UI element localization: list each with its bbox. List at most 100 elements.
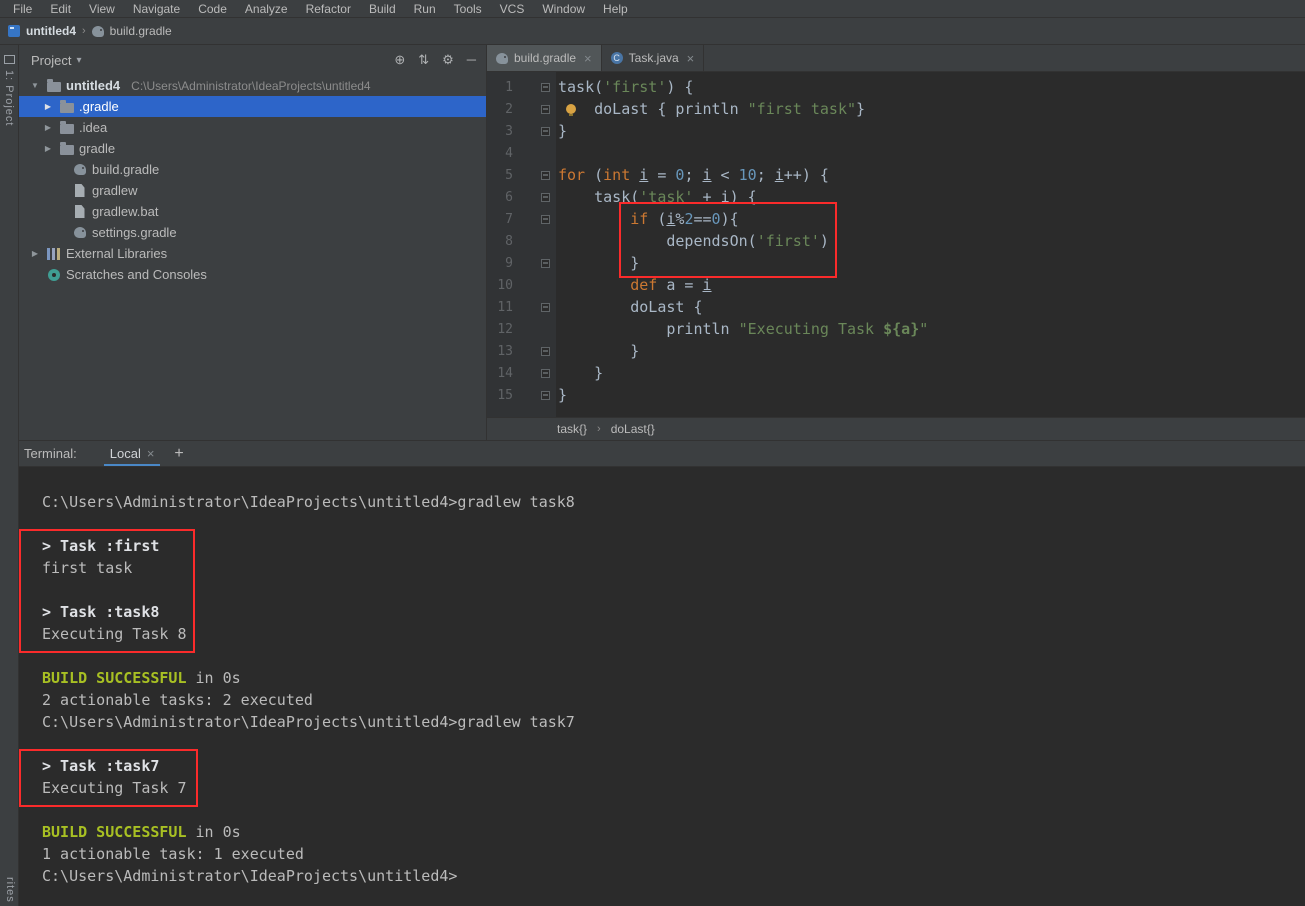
close-icon[interactable]: × (584, 51, 592, 66)
breadcrumb-task[interactable]: task{} (557, 422, 587, 436)
chevron-collapsed-icon[interactable]: ▶ (42, 102, 54, 111)
fold-marker-icon[interactable] (540, 170, 550, 180)
code-line[interactable]: 10 def a = i (487, 274, 1305, 296)
code-line[interactable]: 1 task('first') { (487, 76, 1305, 98)
code-line[interactable]: 2 doLast { println "first task"} (487, 98, 1305, 120)
close-icon[interactable]: × (687, 51, 695, 66)
line-number: 8 (505, 233, 513, 249)
intention-bulb-icon[interactable] (566, 104, 576, 116)
code-line-text: doLast { (558, 298, 703, 316)
tree-item-untitled4[interactable]: ▼ untitled4 C:\Users\Administrator\IdeaPro… (19, 75, 486, 96)
terminal-tab-local[interactable]: Local × (102, 441, 163, 466)
line-number: 2 (505, 101, 513, 117)
chevron-down-icon[interactable]: ▾ (76, 55, 81, 66)
code-editor[interactable]: 1 task('first') {2 doLast { println "firs… (487, 72, 1305, 417)
menu-item-view[interactable]: View (80, 2, 124, 16)
editor-tab-label: Task.java (628, 51, 679, 65)
folder-icon (59, 141, 74, 155)
project-stripe-icon (3, 55, 15, 64)
code-line[interactable]: 8 dependsOn('first') (487, 230, 1305, 252)
collapse-all-icon[interactable]: ⇅ (418, 52, 429, 68)
menu-item-build[interactable]: Build (360, 2, 405, 16)
project-panel-title[interactable]: Project (31, 53, 71, 68)
menu-item-refactor[interactable]: Refactor (297, 2, 360, 16)
chevron-collapsed-icon[interactable]: ▶ (29, 249, 41, 258)
code-line[interactable]: 13 } (487, 340, 1305, 362)
gradle-icon (496, 52, 508, 64)
fold-marker-icon[interactable] (540, 390, 550, 400)
folder-icon (59, 99, 74, 113)
fold-marker-icon[interactable] (540, 368, 550, 378)
menu-item-file[interactable]: File (4, 2, 41, 16)
code-line[interactable]: 4 (487, 142, 1305, 164)
tree-item-external-libraries[interactable]: ▶ External Libraries (19, 243, 486, 264)
code-line[interactable]: 9 } (487, 252, 1305, 274)
line-gutter: 1 (487, 80, 556, 95)
tree-item-gradle[interactable]: ▶ gradle (19, 138, 486, 159)
tree-item-label: External Libraries (66, 246, 168, 261)
menu-item-code[interactable]: Code (189, 2, 236, 16)
chevron-expanded-icon[interactable]: ▼ (29, 81, 41, 90)
menu-item-tools[interactable]: Tools (445, 2, 491, 16)
editor-tab-build-gradle[interactable]: build.gradle × (487, 45, 602, 71)
terminal-line: BUILD SUCCESSFUL in 0s (42, 823, 241, 841)
line-gutter: 6 (487, 190, 556, 205)
tree-item-path: C:\Users\Administrator\IdeaProjects\unti… (131, 78, 371, 93)
menu-item-edit[interactable]: Edit (41, 2, 80, 16)
line-number: 14 (497, 365, 513, 381)
menu-item-vcs[interactable]: VCS (491, 2, 534, 16)
code-line[interactable]: 12 println "Executing Task ${a}" (487, 318, 1305, 340)
locate-icon[interactable]: ⊕ (394, 52, 405, 68)
code-line-text: if (i%2==0){ (630, 210, 739, 228)
fold-marker-icon[interactable] (540, 192, 550, 202)
code-line[interactable]: 5 for (int i = 0; i < 10; i++) { (487, 164, 1305, 186)
tree-item--gradle[interactable]: ▶ .gradle (19, 96, 486, 117)
editor-tab-task-java[interactable]: Task.java × (602, 45, 705, 71)
menu-item-run[interactable]: Run (405, 2, 445, 16)
code-line[interactable]: 14 } (487, 362, 1305, 384)
chevron-collapsed-icon[interactable]: ▶ (42, 144, 54, 153)
tree-item-build-gradle[interactable]: build.gradle (19, 159, 486, 180)
new-terminal-button[interactable]: + (174, 441, 183, 466)
code-line[interactable]: 3} (487, 120, 1305, 142)
code-line[interactable]: 11 doLast { (487, 296, 1305, 318)
fold-marker-icon[interactable] (540, 214, 550, 224)
breadcrumb-dolast[interactable]: doLast{} (611, 422, 655, 436)
menu-item-help[interactable]: Help (594, 2, 637, 16)
project-tool-button[interactable]: 1: Project (3, 70, 15, 126)
code-line-text: } (558, 364, 604, 382)
tree-item--idea[interactable]: ▶ .idea (19, 117, 486, 138)
breadcrumb-file[interactable]: build.gradle (110, 24, 172, 38)
project-panel-header: Project ▾ ⊕ ⇅ ⚙ ─ (19, 45, 486, 75)
close-icon[interactable]: × (147, 446, 155, 461)
terminal-line: > Task :task7 (42, 757, 160, 775)
terminal-panel: Terminal: Local × + C:\Users\Administrat… (19, 440, 1305, 906)
fold-marker-icon[interactable] (540, 126, 550, 136)
fold-marker-icon[interactable] (540, 104, 550, 114)
menu-item-navigate[interactable]: Navigate (124, 2, 189, 16)
settings-icon[interactable]: ⚙ (442, 52, 454, 68)
tree-item-gradlew[interactable]: gradlew (19, 180, 486, 201)
favorites-tool-button[interactable]: rites (4, 877, 16, 903)
menu-item-window[interactable]: Window (533, 2, 594, 16)
chevron-collapsed-icon[interactable]: ▶ (42, 123, 54, 132)
code-line[interactable]: 7 if (i%2==0){ (487, 208, 1305, 230)
code-line[interactable]: 6 task('task' + i) { (487, 186, 1305, 208)
fold-marker-icon[interactable] (540, 82, 550, 92)
tree-item-settings-gradle[interactable]: settings.gradle (19, 222, 486, 243)
terminal-output[interactable]: C:\Users\Administrator\IdeaProjects\unti… (19, 467, 1305, 906)
fold-marker-icon[interactable] (540, 302, 550, 312)
code-line[interactable]: 15} (487, 384, 1305, 406)
hide-icon[interactable]: ─ (467, 52, 476, 68)
tree-item-gradlew-bat[interactable]: gradlew.bat (19, 201, 486, 222)
menu-item-analyze[interactable]: Analyze (236, 2, 297, 16)
tree-item-scratches-and-consoles[interactable]: Scratches and Consoles (19, 264, 486, 285)
fold-marker-icon[interactable] (540, 258, 550, 268)
code-line-text: doLast { println "first task"} (558, 100, 866, 118)
gradle-icon (72, 227, 87, 238)
breadcrumb-project[interactable]: untitled4 (26, 24, 76, 38)
tree-item-label: gradlew (92, 183, 138, 198)
fold-marker-icon[interactable] (540, 346, 550, 356)
tree-item-label: Scratches and Consoles (66, 267, 207, 282)
